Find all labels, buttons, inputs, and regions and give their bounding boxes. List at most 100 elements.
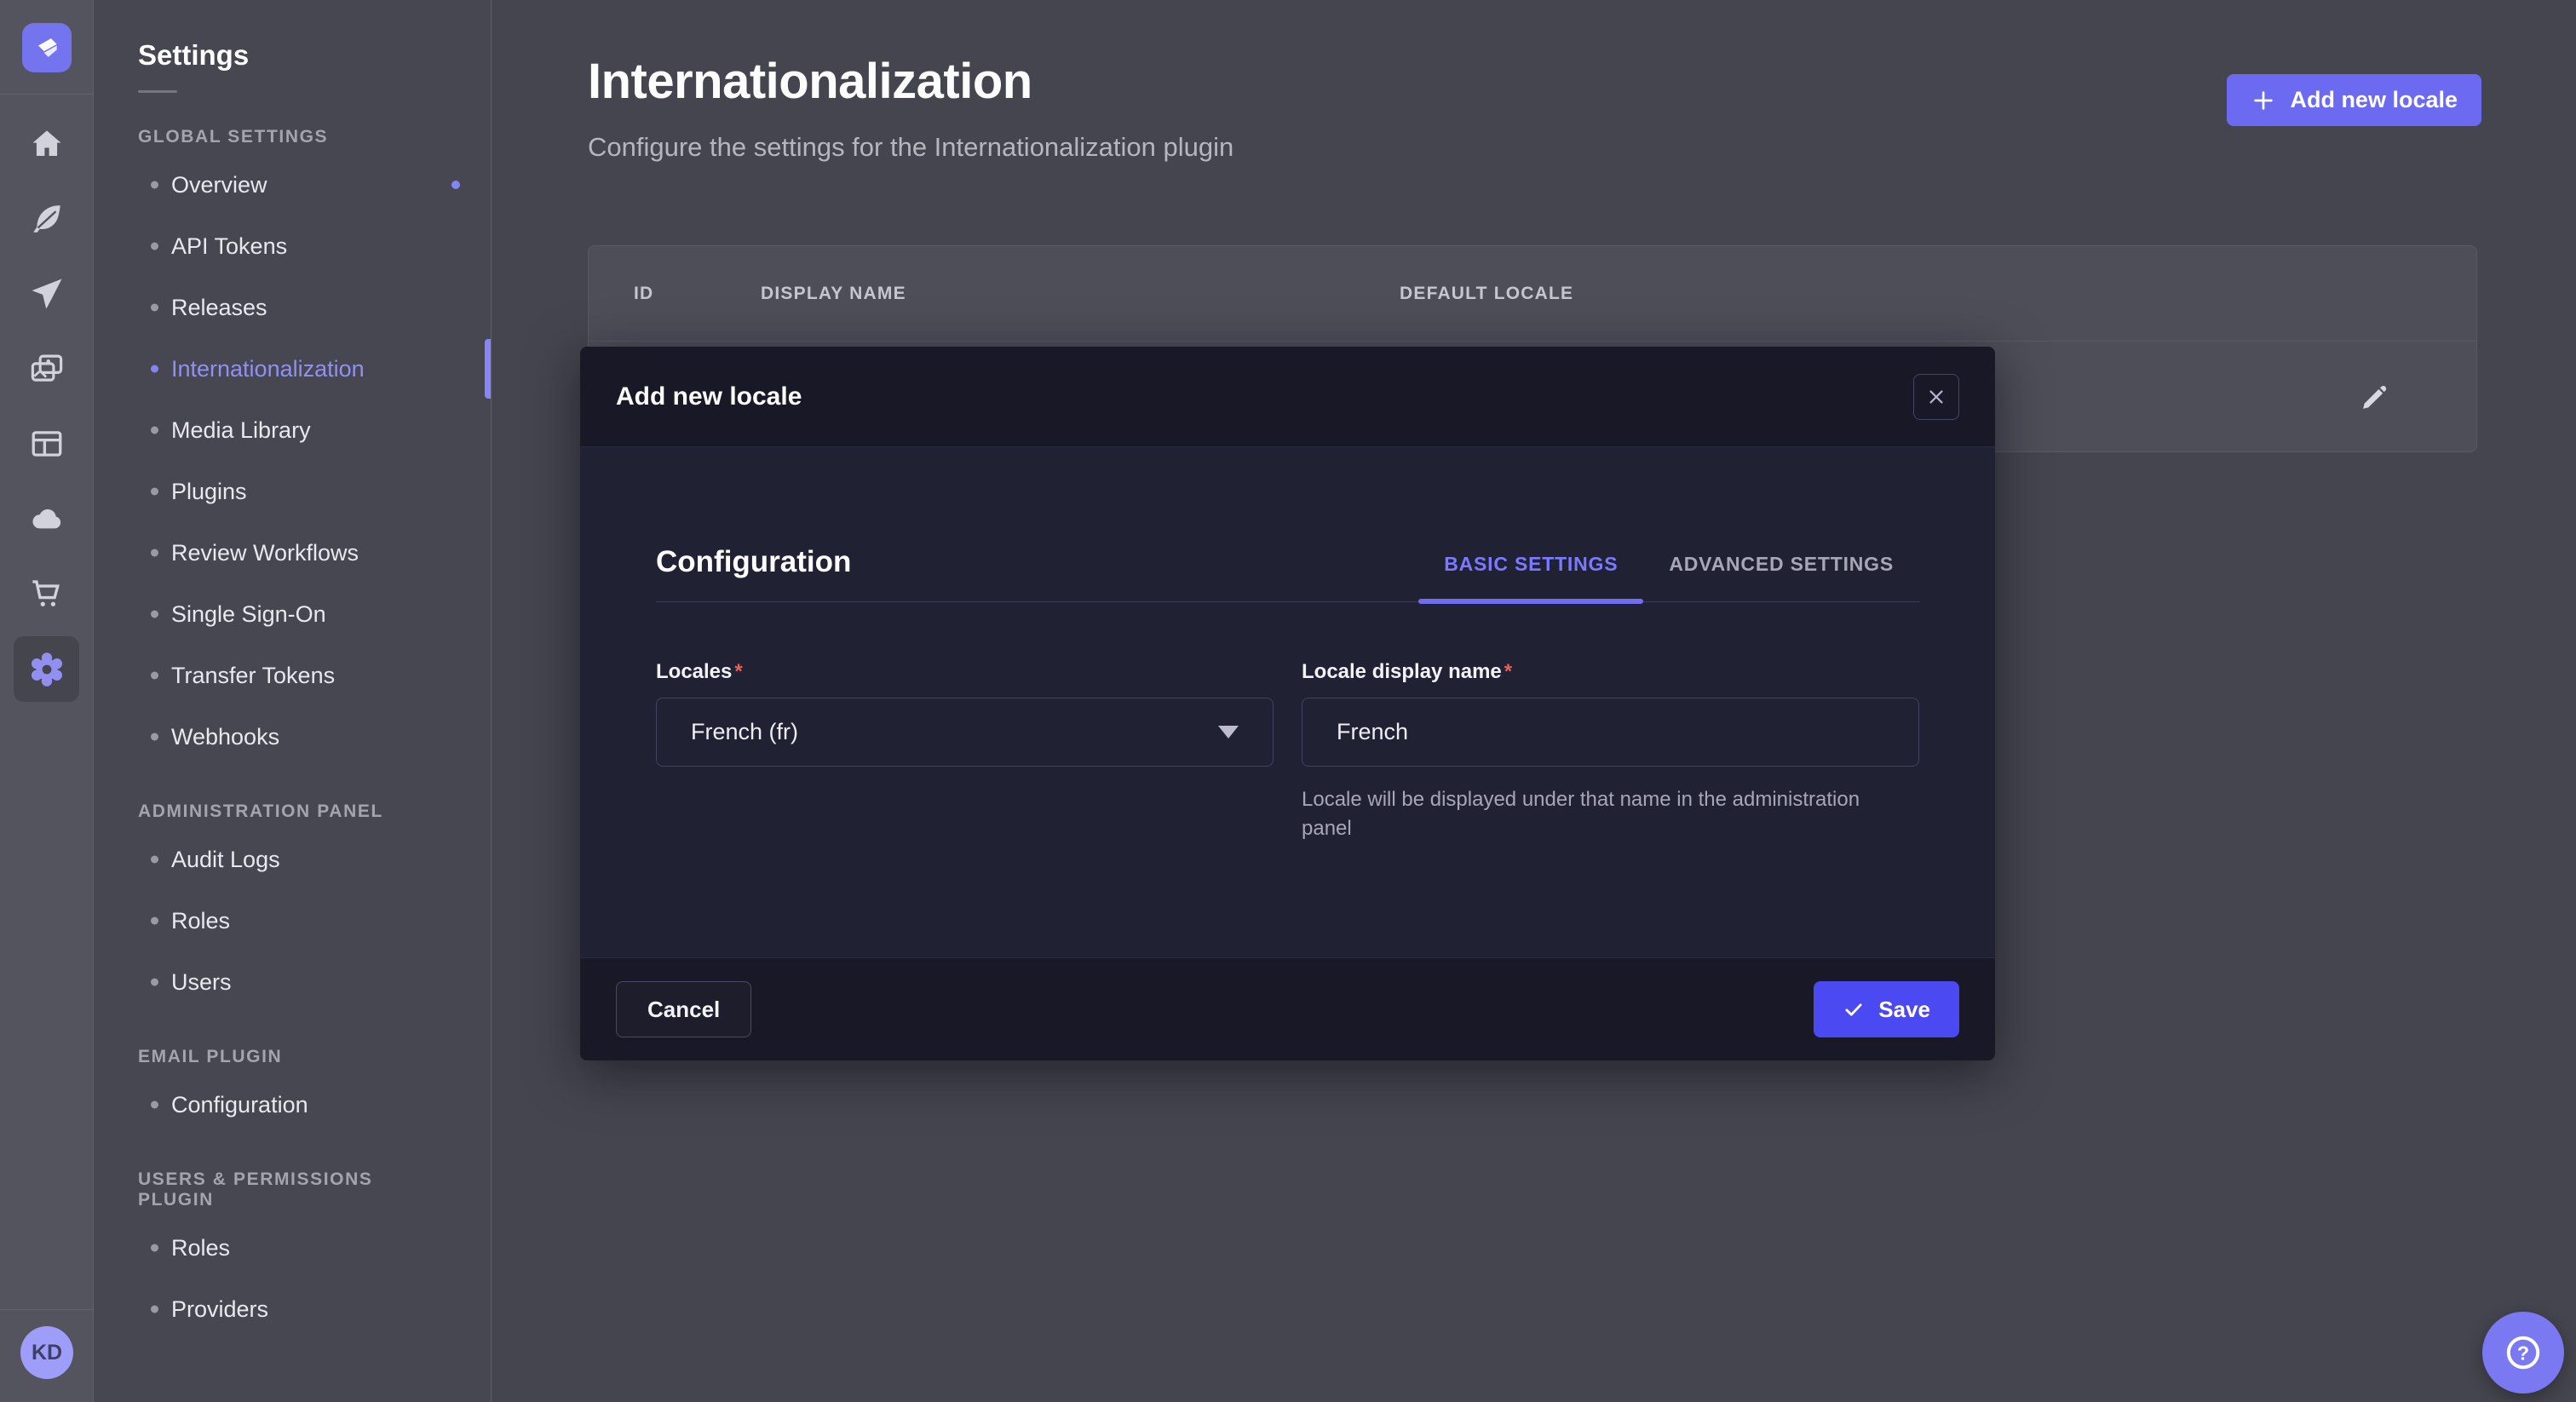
close-modal-button[interactable]: [1913, 374, 1959, 420]
locales-field: Locales* French (fr): [656, 660, 1274, 843]
rail-bottom-divider: [0, 1309, 93, 1310]
sidebar-item-transfer-tokens[interactable]: Transfer Tokens: [94, 645, 491, 706]
cancel-button[interactable]: Cancel: [616, 981, 751, 1037]
sidebar-item-label: Webhooks: [171, 724, 279, 750]
save-button-label: Save: [1878, 997, 1930, 1023]
app-root: KD Settings GLOBAL SETTINGS Overview API T…: [0, 0, 2576, 1402]
icon-rail: KD: [0, 0, 94, 1402]
bullet-icon: [151, 1101, 158, 1109]
bullet-icon: [151, 856, 158, 864]
sidebar-item-label: API Tokens: [171, 233, 287, 260]
add-new-locale-label: Add new locale: [2290, 87, 2458, 113]
layout-icon[interactable]: [28, 425, 66, 463]
nav-section-email-plugin: EMAIL PLUGIN Configuration: [94, 1047, 491, 1135]
check-icon: [1843, 998, 1865, 1020]
sidebar-item-media-library[interactable]: Media Library: [94, 399, 491, 461]
sidebar-item-api-tokens[interactable]: API Tokens: [94, 215, 491, 277]
locales-select-value: French (fr): [691, 719, 798, 745]
bullet-icon: [151, 917, 158, 925]
sidebar-item-label: Audit Logs: [171, 847, 280, 873]
add-locale-modal: Add new locale Configuration BASIC SETTI…: [580, 347, 1995, 1060]
paper-plane-icon[interactable]: [28, 275, 66, 313]
sidebar-item-label: Providers: [171, 1296, 268, 1323]
close-icon: [1926, 387, 1946, 407]
modal-title: Add new locale: [616, 382, 802, 411]
sidebar-item-users[interactable]: Users: [94, 951, 491, 1013]
sidebar-item-roles[interactable]: Roles: [94, 1217, 491, 1278]
strapi-logo[interactable]: [22, 23, 72, 72]
strapi-logo-icon: [30, 31, 64, 65]
cart-icon[interactable]: [28, 575, 66, 612]
sidebar-item-label: Roles: [171, 908, 230, 934]
bullet-icon: [151, 427, 158, 434]
modal-fields-row: Locales* French (fr) Locale display name…: [656, 660, 1919, 843]
sidebar-item-label: Single Sign-On: [171, 601, 326, 628]
cloud-icon[interactable]: [28, 500, 66, 537]
edit-locale-button[interactable]: [2359, 381, 2391, 413]
sidebar-item-audit-logs[interactable]: Audit Logs: [94, 829, 491, 890]
modal-tabs: BASIC SETTINGSADVANCED SETTINGS: [1418, 553, 1919, 601]
settings-gear-icon[interactable]: [14, 636, 79, 702]
column-header-display-name: DISPLAY NAME: [761, 284, 1400, 304]
sidebar-item-label: Roles: [171, 1235, 230, 1261]
sidebar-item-label: Transfer Tokens: [171, 663, 335, 689]
nav-item-list: Roles Providers: [94, 1217, 491, 1340]
sidebar-item-internationalization[interactable]: Internationalization: [94, 338, 491, 399]
sidebar-item-releases[interactable]: Releases: [94, 277, 491, 338]
bullet-icon: [151, 672, 158, 680]
notification-dot: [451, 181, 460, 189]
display-name-input[interactable]: [1302, 698, 1919, 767]
column-header-id: ID: [634, 284, 761, 304]
bullet-icon: [151, 611, 158, 618]
nav-item-list: Configuration: [94, 1074, 491, 1135]
bullet-icon: [151, 549, 158, 557]
settings-title-underline: [138, 90, 177, 93]
nav-section-label: EMAIL PLUGIN: [138, 1047, 446, 1067]
page-subtitle: Configure the settings for the Internati…: [588, 132, 2576, 163]
column-header-default-locale: DEFAULT LOCALE: [1400, 284, 1573, 304]
bullet-icon: [151, 181, 158, 189]
tab-basic-settings[interactable]: BASIC SETTINGS: [1418, 553, 1643, 601]
plus-icon: [2251, 88, 2276, 113]
nav-sections: GLOBAL SETTINGS Overview API Tokens Release…: [94, 127, 491, 1340]
required-asterisk: *: [1504, 660, 1512, 683]
sidebar-item-providers[interactable]: Providers: [94, 1278, 491, 1340]
sidebar-item-configuration[interactable]: Configuration: [94, 1074, 491, 1135]
sidebar-item-review-workflows[interactable]: Review Workflows: [94, 522, 491, 583]
sidebar-item-single-sign-on[interactable]: Single Sign-On: [94, 583, 491, 645]
nav-section-global-settings: GLOBAL SETTINGS Overview API Tokens Release…: [94, 127, 491, 767]
nav-section-label: GLOBAL SETTINGS: [138, 127, 446, 147]
svg-text:?: ?: [2517, 1342, 2529, 1364]
feather-icon[interactable]: [28, 200, 66, 238]
modal-body: Configuration BASIC SETTINGSADVANCED SET…: [580, 447, 1995, 957]
tab-advanced-settings[interactable]: ADVANCED SETTINGS: [1643, 553, 1919, 601]
table-header-row: IDDISPLAY NAMEDEFAULT LOCALE: [589, 246, 2476, 342]
avatar-initials: KD: [32, 1341, 62, 1365]
nav-item-list: Audit Logs Roles Users: [94, 829, 491, 1013]
sidebar-item-label: Plugins: [171, 479, 247, 505]
modal-header: Add new locale: [580, 347, 1995, 447]
nav-section-users-permissions-plugin: USERS & PERMISSIONS PLUGINRolesProviders: [94, 1169, 491, 1340]
sidebar-item-plugins[interactable]: Plugins: [94, 461, 491, 522]
pencil-icon: [2359, 381, 2391, 413]
avatar[interactable]: KD: [20, 1326, 73, 1379]
sidebar-item-overview[interactable]: Overview: [94, 154, 491, 215]
sidebar-item-roles[interactable]: Roles: [94, 890, 491, 951]
home-icon[interactable]: [28, 125, 66, 163]
active-indicator: [485, 339, 491, 399]
sidebar-item-label: Review Workflows: [171, 540, 359, 566]
sidebar-item-label: Media Library: [171, 417, 311, 444]
add-new-locale-button[interactable]: Add new locale: [2227, 74, 2481, 126]
chevron-down-icon: [1218, 726, 1239, 738]
media-library-icon[interactable]: [28, 350, 66, 388]
display-name-field: Locale display name* Locale will be disp…: [1302, 660, 1919, 843]
save-button[interactable]: Save: [1814, 981, 1959, 1037]
settings-nav: Settings GLOBAL SETTINGS Overview API Toke…: [94, 0, 492, 1402]
nav-section-label: ADMINISTRATION PANEL: [138, 802, 446, 822]
settings-nav-title: Settings: [138, 39, 491, 72]
help-button[interactable]: ?: [2482, 1312, 2564, 1393]
configuration-section-header: Configuration BASIC SETTINGSADVANCED SET…: [656, 545, 1919, 602]
rail-divider: [0, 94, 93, 95]
sidebar-item-webhooks[interactable]: Webhooks: [94, 706, 491, 767]
locales-select[interactable]: French (fr): [656, 698, 1274, 767]
